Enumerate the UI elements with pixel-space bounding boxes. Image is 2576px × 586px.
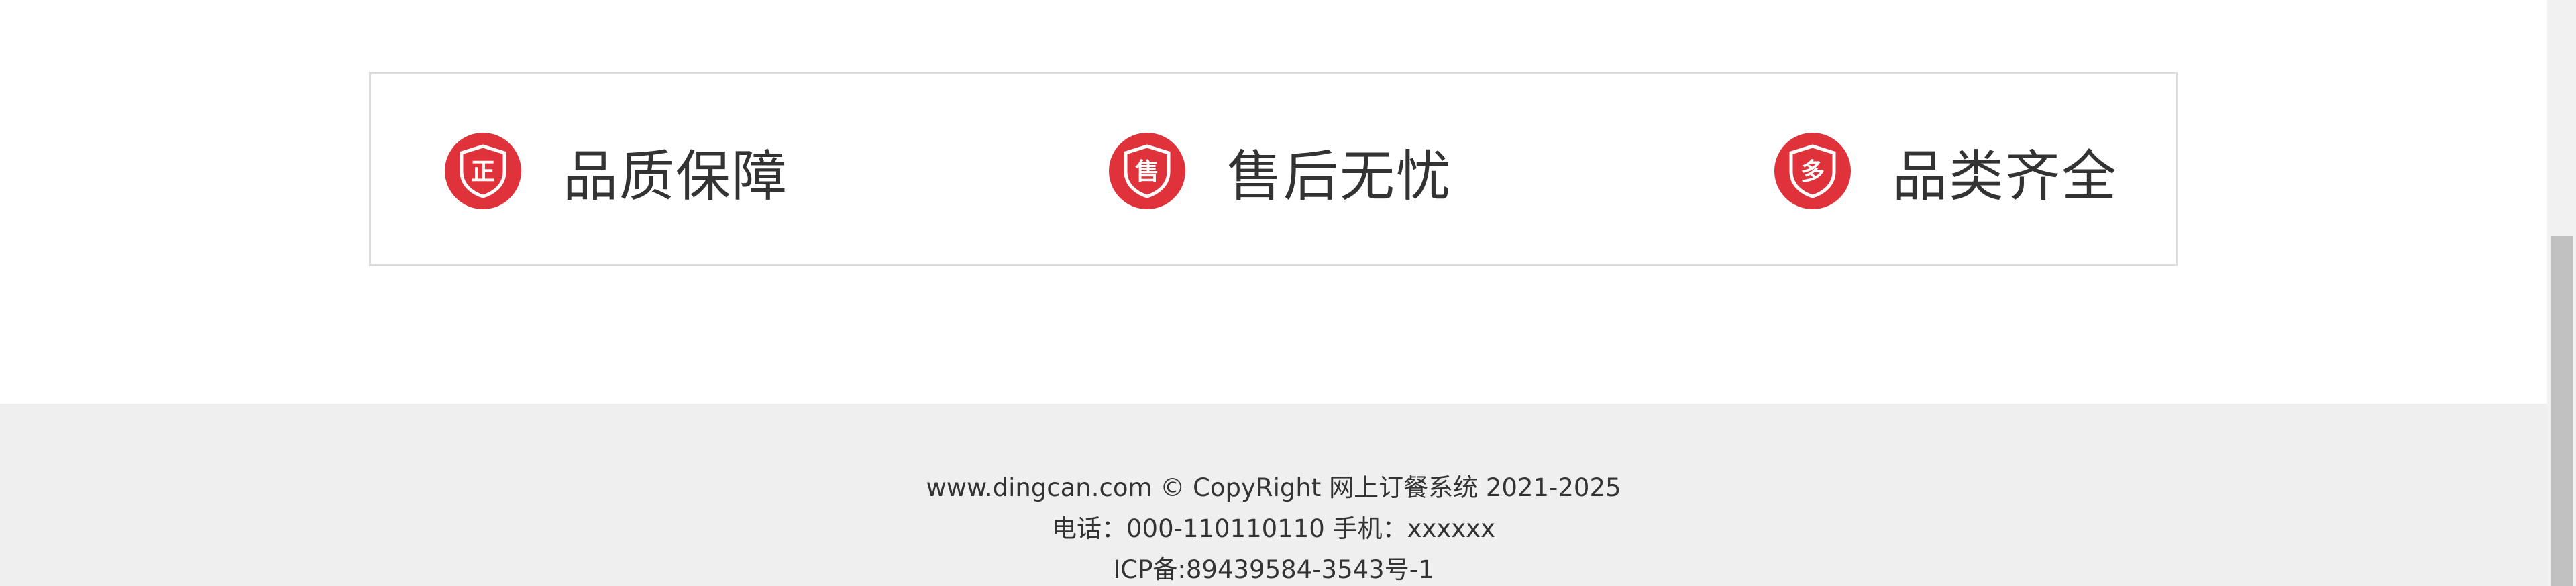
service-guarantee-panel: 正 品质保障 售 售后无忧 多 品类齐全 (369, 72, 2178, 266)
feature-label: 售后无忧 (1227, 144, 1453, 209)
shield-duo-icon: 多 (1774, 133, 1851, 209)
badge-char: 售 (1135, 158, 1159, 186)
footer-icp: ICP备:89439584-3543号-1 (1113, 555, 1434, 584)
footer-copyright: www.dingcan.com © CopyRight 网上订餐系统 2021-… (926, 473, 1621, 502)
feature-after-sales: 售 售后无忧 (1109, 133, 1452, 209)
feature-quality: 正 品质保障 (445, 133, 788, 209)
badge-char: 正 (471, 158, 495, 186)
feature-label: 品质保障 (563, 144, 789, 209)
vertical-scrollbar[interactable] (2547, 0, 2576, 586)
shield-zheng-icon: 正 (445, 133, 521, 209)
shield-shou-icon: 售 (1109, 133, 1185, 209)
feature-label: 品类齐全 (1892, 144, 2118, 209)
page: 正 品质保障 售 售后无忧 多 品类齐全 www.dingcan.com © C… (0, 0, 2547, 586)
site-footer: www.dingcan.com © CopyRight 网上订餐系统 2021-… (0, 404, 2547, 586)
feature-variety: 多 品类齐全 (1774, 133, 2118, 209)
footer-contact: 电话：000-110110110 手机：xxxxxx (1052, 514, 1495, 543)
scrollbar-thumb[interactable] (2551, 236, 2573, 586)
badge-char: 多 (1801, 158, 1825, 186)
